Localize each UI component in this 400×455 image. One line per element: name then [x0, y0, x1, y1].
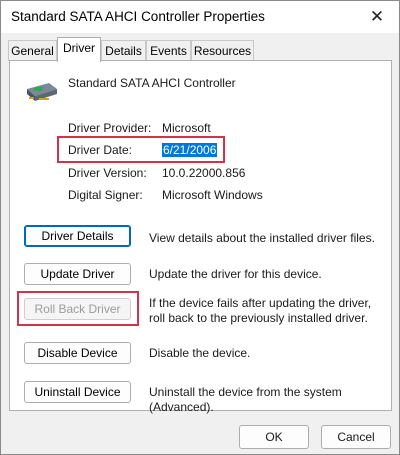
disable-device-desc: Disable the device.	[149, 346, 251, 360]
disable-device-button[interactable]: Disable Device	[24, 342, 131, 364]
window-title: Standard SATA AHCI Controller Properties	[11, 9, 265, 24]
driver-version-value: 10.0.22000.856	[162, 166, 246, 180]
tab-general[interactable]: General	[8, 40, 57, 61]
uninstall-device-button[interactable]: Uninstall Device	[24, 381, 131, 403]
roll-back-driver-desc: If the device fails after updating the d…	[149, 296, 372, 325]
cancel-button[interactable]: Cancel	[321, 425, 391, 449]
tab-driver[interactable]: Driver	[57, 37, 101, 62]
update-driver-desc: Update the driver for this device.	[149, 267, 322, 281]
tab-events[interactable]: Events	[146, 40, 191, 61]
driver-tab-panel: Standard SATA AHCI Controller Driver Pro…	[9, 60, 392, 414]
device-name: Standard SATA AHCI Controller	[68, 76, 236, 90]
ok-button[interactable]: OK	[239, 425, 309, 449]
driver-version-label: Driver Version:	[68, 166, 147, 180]
digital-signer-value: Microsoft Windows	[162, 188, 263, 202]
roll-back-driver-button[interactable]: Roll Back Driver	[24, 298, 131, 320]
uninstall-device-desc: Uninstall the device from the system (Ad…	[149, 385, 342, 414]
driver-details-button[interactable]: Driver Details	[24, 225, 131, 247]
storage-controller-icon	[27, 83, 57, 101]
driver-provider-value: Microsoft	[162, 121, 211, 135]
close-icon[interactable]: ✕	[355, 1, 399, 33]
driver-date-label: Driver Date:	[68, 143, 133, 157]
tab-details[interactable]: Details	[101, 40, 146, 61]
properties-dialog: Standard SATA AHCI Controller Properties…	[0, 0, 400, 455]
tab-strip: General Driver Details Events Resources	[1, 33, 399, 62]
tab-resources[interactable]: Resources	[191, 40, 254, 61]
update-driver-button[interactable]: Update Driver	[24, 263, 131, 285]
digital-signer-label: Digital Signer:	[68, 188, 143, 202]
driver-details-desc: View details about the installed driver …	[149, 231, 375, 245]
title-bar: Standard SATA AHCI Controller Properties…	[1, 1, 399, 33]
driver-date-value[interactable]: 6/21/2006	[162, 143, 218, 157]
driver-provider-label: Driver Provider:	[68, 121, 152, 135]
